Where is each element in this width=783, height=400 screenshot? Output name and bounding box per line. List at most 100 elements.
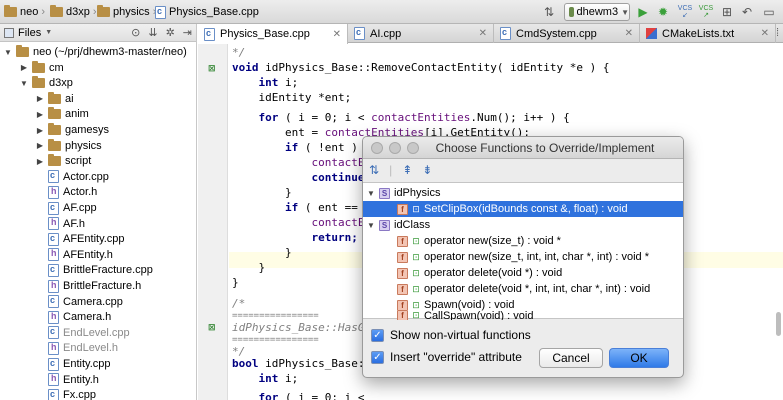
tree-folder[interactable]: ▶ anim	[0, 106, 89, 122]
folder-icon	[50, 5, 63, 17]
code-line: contactEn	[232, 216, 372, 229]
minimize-window-icon[interactable]	[389, 142, 401, 154]
tree-file[interactable]: Entity.cpp	[0, 356, 111, 372]
breadcrumb-physics[interactable]: physics ›	[97, 4, 156, 20]
tree-group-idclass[interactable]: ▼ S idClass	[363, 217, 683, 233]
scroll-from-source-icon[interactable]: ⊙	[131, 26, 140, 39]
tree-item-label: Actor.cpp	[63, 170, 109, 183]
vcs-update-icon[interactable]: VCS ↙	[676, 3, 694, 21]
close-window-icon[interactable]	[371, 142, 383, 154]
tree-folder[interactable]: ▶ script	[0, 153, 91, 169]
tree-file[interactable]: AF.cpp	[0, 200, 97, 216]
code-line: }	[232, 261, 266, 274]
tree-folder[interactable]: ▶ gamesys	[0, 122, 109, 138]
expand-arrow-icon[interactable]: ▼	[20, 79, 28, 88]
header-file-icon	[48, 373, 59, 387]
editor-scrollbar-thumb[interactable]	[776, 312, 781, 336]
tree-file[interactable]: Actor.cpp	[0, 169, 109, 185]
collapse-arrow-icon[interactable]: ▼	[367, 221, 375, 230]
sort-alphabetically-icon[interactable]: ⇅	[369, 163, 379, 177]
files-view-selector[interactable]: Files	[18, 27, 41, 39]
files-view-icon	[4, 27, 14, 38]
checkbox-checked-icon[interactable]: ✓	[371, 350, 384, 364]
run-configuration-select[interactable]: dhewm3 ▼	[564, 3, 630, 21]
expand-arrow-icon[interactable]: ▼	[4, 48, 12, 57]
override-marker-icon[interactable]: ⊠	[208, 63, 218, 73]
breadcrumb-d3xp[interactable]: d3xp ›	[50, 4, 97, 20]
collapse-all-icon[interactable]: ⇟	[422, 163, 432, 177]
vcs-commit-icon[interactable]: VCS ↗	[697, 3, 715, 21]
revert-icon[interactable]: ↶	[738, 3, 756, 21]
tree-folder[interactable]: ▶ cm	[0, 60, 64, 76]
zoom-window-icon[interactable]	[407, 142, 419, 154]
list-item[interactable]: f ⊡ SetClipBox(idBounds const &, float) …	[363, 201, 683, 217]
collapsed-arrow-icon[interactable]: ▶	[20, 63, 28, 72]
tree-folder[interactable]: ▼ neo (~/prj/dhewm3-master/neo)	[0, 44, 187, 60]
method-icon: f	[397, 267, 408, 279]
layout-icon[interactable]: ▭	[760, 3, 778, 21]
list-item[interactable]: f ⊡ operator delete(void *) : void	[363, 265, 683, 281]
tree-file[interactable]: Fx.cpp	[0, 387, 96, 400]
cpp-file-icon	[354, 27, 365, 40]
close-icon[interactable]: ✕	[479, 28, 487, 39]
collapse-all-icon[interactable]: ⇊	[148, 26, 157, 39]
collapse-arrow-icon[interactable]: ▼	[367, 189, 375, 198]
breadcrumb-neo[interactable]: neo ›	[4, 4, 45, 20]
ok-button[interactable]: OK	[609, 348, 669, 368]
header-file-icon	[48, 279, 59, 293]
tab-ai-cpp[interactable]: AI.cpp ✕	[348, 24, 494, 43]
tree-file[interactable]: EndLevel.h	[0, 340, 118, 356]
override-marker-icon[interactable]: ⊠	[208, 322, 218, 332]
header-file-icon	[48, 217, 59, 231]
collapsed-arrow-icon[interactable]: ▶	[36, 94, 44, 103]
tree-file[interactable]: Entity.h	[0, 372, 99, 388]
tree-file[interactable]: Camera.cpp	[0, 294, 123, 310]
debug-icon[interactable]: ✹	[654, 3, 672, 21]
tree-file[interactable]: AFEntity.h	[0, 247, 113, 263]
collapsed-arrow-icon[interactable]: ▶	[36, 141, 44, 150]
tab-cmakelists-txt[interactable]: CMakeLists.txt ✕	[640, 24, 776, 43]
list-item[interactable]: f ⊡ CallSpawn(void) : void	[363, 311, 683, 320]
tab-physics-base-cpp[interactable]: Physics_Base.cpp ✕	[198, 24, 348, 44]
folder-icon	[48, 138, 61, 151]
gear-icon[interactable]: ✲	[166, 26, 175, 39]
tree-folder[interactable]: ▼ d3xp	[0, 75, 73, 91]
run-icon[interactable]: ▶	[634, 3, 652, 21]
hide-icon[interactable]: ⇥	[183, 26, 192, 39]
tree-file[interactable]: BrittleFracture.cpp	[0, 262, 153, 278]
member-tree[interactable]: ▼ S idPhysics f ⊡ SetClipBox(idBounds co…	[363, 182, 683, 320]
close-icon[interactable]: ✕	[761, 28, 769, 39]
tree-item-label: Fx.cpp	[63, 389, 97, 400]
tree-group-idphysics[interactable]: ▼ S idPhysics	[363, 185, 683, 201]
close-icon[interactable]: ✕	[625, 28, 633, 39]
collapsed-arrow-icon[interactable]: ▶	[36, 110, 44, 119]
method-icon: f	[397, 283, 408, 295]
checkbox-checked-icon[interactable]: ✓	[371, 328, 384, 342]
history-icon[interactable]: ⊞	[718, 3, 736, 21]
tree-file[interactable]: EndLevel.cpp	[0, 325, 130, 341]
chevron-down-icon[interactable]: ▼	[45, 29, 52, 36]
tree-file[interactable]: Camera.h	[0, 309, 111, 325]
tab-overflow-icon[interactable]: ⁞	[776, 27, 779, 39]
tree-file[interactable]: BrittleFracture.h	[0, 278, 141, 294]
tree-item-label: script	[65, 155, 92, 168]
collapsed-arrow-icon[interactable]: ▶	[36, 126, 44, 135]
collapsed-arrow-icon[interactable]: ▶	[36, 157, 44, 166]
breadcrumb-file[interactable]: Physics_Base.cpp	[155, 4, 259, 20]
tree-folder[interactable]: ▶ ai	[0, 91, 74, 107]
tree-folder[interactable]: ▶ physics	[0, 138, 102, 154]
tree-file[interactable]: AFEntity.cpp	[0, 231, 125, 247]
tree-file[interactable]: AF.h	[0, 216, 85, 232]
sort-icon[interactable]: ⇅	[540, 3, 558, 21]
list-item[interactable]: f ⊡ operator new(size_t, int, int, char *…	[363, 249, 683, 265]
tree-file[interactable]: Actor.h	[0, 184, 97, 200]
show-non-virtual-checkbox[interactable]: ✓ Show non-virtual functions	[371, 327, 531, 343]
list-item[interactable]: f ⊡ operator delete(void *, int, int, cha…	[363, 281, 683, 297]
insert-override-checkbox[interactable]: ✓ Insert "override" attribute	[371, 349, 522, 365]
tab-cmdsystem-cpp[interactable]: CmdSystem.cpp ✕	[494, 24, 640, 43]
cancel-button[interactable]: Cancel	[539, 348, 603, 368]
expand-all-icon[interactable]: ⇞	[402, 163, 412, 177]
editor-gutter[interactable]: ⊠ ⊠	[198, 44, 228, 400]
list-item[interactable]: f ⊡ operator new(size_t) : void *	[363, 233, 683, 249]
close-icon[interactable]: ✕	[333, 29, 341, 40]
